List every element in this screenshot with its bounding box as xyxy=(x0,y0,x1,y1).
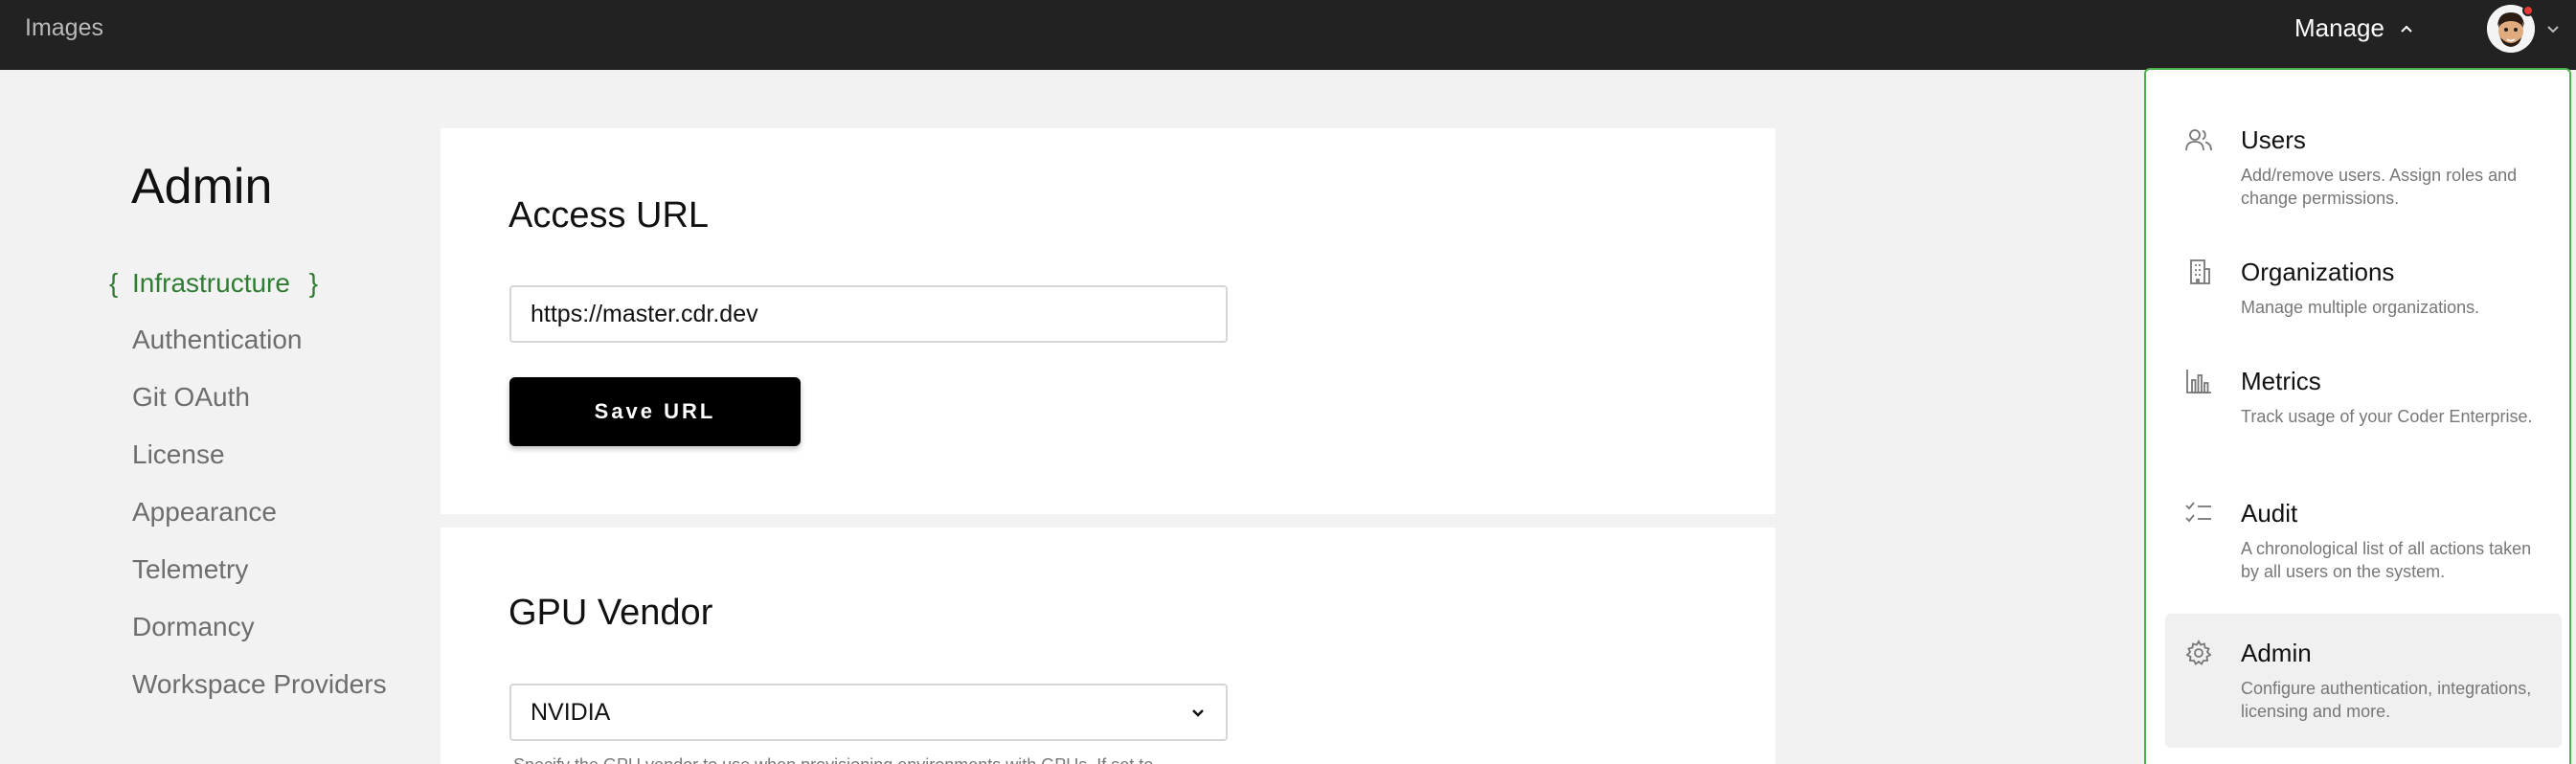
notification-dot xyxy=(2522,5,2534,16)
menu-item-audit[interactable]: Audit A chronological list of all action… xyxy=(2165,487,2562,600)
save-url-button[interactable]: Save URL xyxy=(509,377,801,446)
sidenav-item-workspace-providers[interactable]: Workspace Providers xyxy=(132,669,387,700)
gpu-vendor-card: GPU Vendor NVIDIA Specify the GPU vendor… xyxy=(441,528,1775,764)
manage-dropdown-menu: Users Add/remove users. Assign roles and… xyxy=(2144,68,2571,764)
chevron-up-icon xyxy=(2401,25,2412,33)
menu-item-title: Audit xyxy=(2241,499,2298,528)
chevron-down-icon xyxy=(1192,709,1204,717)
bar-chart-icon xyxy=(2186,370,2211,393)
menu-item-organizations[interactable]: Organizations Manage multiple organizati… xyxy=(2165,246,2562,338)
access-url-heading: Access URL xyxy=(508,195,710,236)
top-bar: Images Manage xyxy=(0,0,2576,70)
gpu-vendor-selected-value: NVIDIA xyxy=(531,698,611,726)
sidenav-item-license[interactable]: License xyxy=(132,439,225,470)
gpu-vendor-heading: GPU Vendor xyxy=(508,593,713,633)
access-url-input[interactable] xyxy=(509,285,1228,343)
menu-item-title: Users xyxy=(2241,125,2306,154)
active-brace-left: { xyxy=(109,268,119,298)
chevron-down-icon[interactable] xyxy=(2545,21,2561,36)
manage-label: Manage xyxy=(2294,13,2384,42)
menu-item-title: Admin xyxy=(2241,639,2312,667)
menu-item-title: Metrics xyxy=(2241,367,2321,395)
sidenav-item-authentication[interactable]: Authentication xyxy=(132,325,302,355)
gpu-vendor-help-text: Specify the GPU vendor to use when provi… xyxy=(513,755,1153,764)
menu-item-admin[interactable]: Admin Configure authentication, integrat… xyxy=(2165,614,2562,748)
manage-menu-button[interactable]: Manage xyxy=(2294,13,2413,43)
menu-item-metrics[interactable]: Metrics Track usage of your Coder Enterp… xyxy=(2165,355,2562,468)
menu-item-description: Manage multiple organizations. xyxy=(2241,298,2480,317)
sidenav-item-dormancy[interactable]: Dormancy xyxy=(132,612,255,642)
menu-item-description: Configure authentication, integrations, … xyxy=(2241,679,2532,721)
sidenav-item-telemetry[interactable]: Telemetry xyxy=(132,554,248,585)
menu-item-description: Track usage of your Coder Enterprise. xyxy=(2241,407,2533,426)
menu-item-description: Add/remove users. Assign roles and chang… xyxy=(2241,166,2518,208)
menu-item-users[interactable]: Users Add/remove users. Assign roles and… xyxy=(2165,114,2562,227)
menu-item-description: A chronological list of all actions take… xyxy=(2241,539,2532,581)
gear-icon xyxy=(2185,640,2212,665)
users-icon xyxy=(2185,129,2212,151)
gpu-vendor-select[interactable]: NVIDIA xyxy=(509,684,1228,741)
checklist-icon xyxy=(2185,502,2211,523)
access-url-card: Access URL Save URL xyxy=(441,128,1775,514)
sidenav-item-label: Infrastructure xyxy=(132,268,290,298)
menu-item-title: Organizations xyxy=(2241,258,2395,286)
sidenav-item-git-oauth[interactable]: Git OAuth xyxy=(132,382,250,413)
nav-link-images[interactable]: Images xyxy=(25,14,103,42)
building-icon xyxy=(2190,259,2210,284)
sidenav-item-infrastructure[interactable]: { Infrastructure } xyxy=(109,268,319,299)
active-brace-right: } xyxy=(308,268,319,298)
sidenav-item-appearance[interactable]: Appearance xyxy=(132,497,277,528)
page-title: Admin xyxy=(131,159,273,214)
